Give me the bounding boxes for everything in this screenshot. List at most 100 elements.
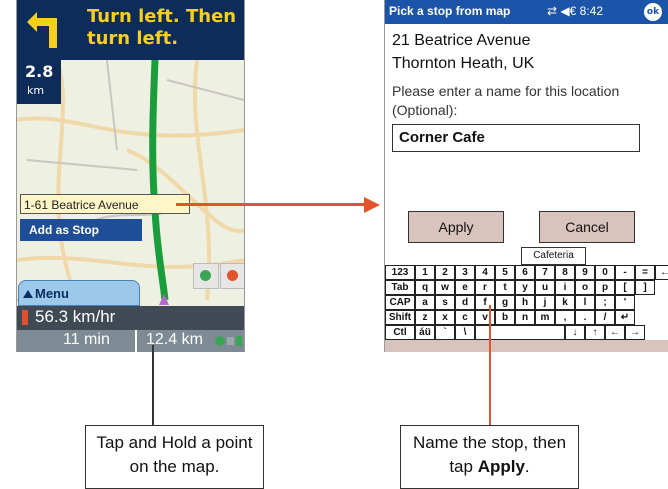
keyboard-key[interactable]: a <box>415 295 435 310</box>
keyboard-key[interactable]: z <box>415 310 435 325</box>
keyboard-key[interactable]: c <box>455 310 475 325</box>
keyboard-key[interactable]: n <box>515 310 535 325</box>
time-remaining: 11 min <box>63 331 110 348</box>
callout-tap-hold: Tap and Hold a point on the map. <box>85 425 264 489</box>
keyboard-key[interactable]: ↓ <box>565 325 585 340</box>
keyboard-key[interactable]: 1 <box>415 265 435 280</box>
keyboard-key[interactable]: r <box>475 280 495 295</box>
keyboard-key[interactable]: CAP <box>385 295 415 310</box>
keyboard-key[interactable]: ` <box>435 325 455 340</box>
keyboard-key[interactable]: . <box>575 310 595 325</box>
keyboard-key[interactable]: f <box>475 295 495 310</box>
keyboard-key[interactable]: ↵ <box>615 310 635 325</box>
keyboard-key[interactable]: Ctl <box>385 325 415 340</box>
trip-status-bar: 11 min 12.4 km <box>17 330 244 352</box>
keyboard-row: 1231234567890-=← <box>385 265 668 281</box>
input-panel-bar <box>385 340 668 352</box>
status-indicators: ⇄ ◀€ 8:42 <box>547 4 603 18</box>
keyboard-key[interactable]: 5 <box>495 265 515 280</box>
keyboard-key[interactable]: Shift <box>385 310 415 325</box>
keyboard-key[interactable]: ; <box>595 295 615 310</box>
keyboard-key[interactable]: Tab <box>385 280 415 295</box>
keyboard-key[interactable]: x <box>435 310 455 325</box>
street-name-tooltip: 1-61 Beatrice Avenue <box>20 194 190 214</box>
keyboard-key[interactable]: e <box>455 280 475 295</box>
keyboard-key[interactable]: t <box>495 280 515 295</box>
keyboard-key[interactable]: ] <box>635 280 655 295</box>
volume-icon: ◀€ <box>560 4 577 18</box>
keyboard-key[interactable]: 9 <box>575 265 595 280</box>
zoom-in-icon <box>200 270 211 281</box>
keyboard-key[interactable]: y <box>515 280 535 295</box>
keyboard-key[interactable]: ' <box>615 295 635 310</box>
keyboard-key[interactable]: 7 <box>535 265 555 280</box>
keyboard-key[interactable]: k <box>555 295 575 310</box>
keyboard-key[interactable]: 123 <box>385 265 415 280</box>
nav-header: Turn left. Then turn left. <box>17 0 244 60</box>
keyboard-key[interactable]: o <box>575 280 595 295</box>
keyboard-key[interactable]: 6 <box>515 265 535 280</box>
add-as-stop-button[interactable]: Add as Stop <box>20 219 142 241</box>
keyboard-key[interactable]: l <box>575 295 595 310</box>
pick-stop-screen: Pick a stop from map ⇄ ◀€ 8:42 ok 21 Bea… <box>384 0 668 352</box>
window-title: Pick a stop from map <box>389 4 511 18</box>
address-line-2: Thornton Heath, UK <box>392 55 535 72</box>
keyboard-key[interactable]: m <box>535 310 555 325</box>
keyboard-row: Ctl áü ` \ ↓ ↑ ← → <box>385 325 645 341</box>
keyboard-key[interactable]: - <box>615 265 635 280</box>
keyboard-key[interactable]: [ <box>615 280 635 295</box>
ok-button[interactable]: ok <box>644 3 662 21</box>
keyboard-key[interactable]: b <box>495 310 515 325</box>
keyboard-key[interactable]: 0 <box>595 265 615 280</box>
keyboard-key[interactable]: 3 <box>455 265 475 280</box>
navigation-screen: Turn left. Then turn left. 2.8 km 1-61 B… <box>16 0 245 352</box>
keyboard-row: Shift z x c v b n m,. / ↵ <box>385 310 635 326</box>
title-bar: Pick a stop from map ⇄ ◀€ 8:42 ok <box>385 0 668 24</box>
arrow-head-icon <box>364 197 380 213</box>
keyboard-key[interactable]: ← <box>655 265 668 280</box>
name-prompt: Please enter a name for this location (O… <box>392 83 620 118</box>
apply-button[interactable]: Apply <box>408 211 504 243</box>
keyboard-key[interactable]: q <box>415 280 435 295</box>
zoom-in-button[interactable] <box>193 263 219 289</box>
keyboard-key[interactable]: p <box>595 280 615 295</box>
keyboard-key[interactable]: ← <box>605 325 625 340</box>
soft-keyboard: 1231234567890-=←Tabqwertyuiop[]CAPasdfgh… <box>385 265 668 352</box>
callout-suffix: . <box>524 457 530 476</box>
gps-status-icon <box>215 336 242 346</box>
keyboard-key[interactable]: i <box>555 280 575 295</box>
keyboard-key[interactable]: → <box>625 325 645 340</box>
keyboard-key[interactable]: 8 <box>555 265 575 280</box>
keyboard-row: CAP a s d f g h j k l; ' <box>385 295 635 311</box>
keyboard-key[interactable]: 4 <box>475 265 495 280</box>
autocomplete-suggestion[interactable]: Cafeteria <box>521 247 586 265</box>
callout-leader-left <box>152 345 154 426</box>
keyboard-key[interactable]: g <box>495 295 515 310</box>
keyboard-key[interactable]: = <box>635 265 655 280</box>
cancel-button[interactable]: Cancel <box>539 211 635 243</box>
callout-name-stop: Name the stop, then tap Apply. <box>400 425 579 489</box>
keyboard-key[interactable]: u <box>535 280 555 295</box>
menu-button[interactable]: Menu <box>18 280 140 306</box>
keyboard-key[interactable]: j <box>535 295 555 310</box>
menu-label: Menu <box>35 286 69 301</box>
keyboard-key[interactable]: w <box>435 280 455 295</box>
clock-time: 8:42 <box>579 4 604 18</box>
callout-bold: Apply <box>477 457 525 476</box>
keyboard-key[interactable]: áü <box>415 325 435 340</box>
keyboard-key[interactable]: s <box>435 295 455 310</box>
keyboard-key[interactable]: h <box>515 295 535 310</box>
address-line-1: 21 Beatrice Avenue <box>392 32 531 49</box>
divider <box>135 330 137 352</box>
flag-icon <box>22 310 28 325</box>
zoom-out-button[interactable] <box>220 263 244 289</box>
keyboard-key[interactable]: \ <box>455 325 475 340</box>
keyboard-key[interactable]: , <box>555 310 575 325</box>
keyboard-key[interactable]: v <box>475 310 495 325</box>
location-name-input[interactable]: Corner Cafe <box>392 124 640 152</box>
keyboard-key[interactable]: d <box>455 295 475 310</box>
keyboard-key[interactable]: / <box>595 310 615 325</box>
keyboard-key[interactable]: ↑ <box>585 325 605 340</box>
keyboard-key[interactable]: 2 <box>435 265 455 280</box>
speed-readout: 56.3 km/hr <box>35 307 116 326</box>
